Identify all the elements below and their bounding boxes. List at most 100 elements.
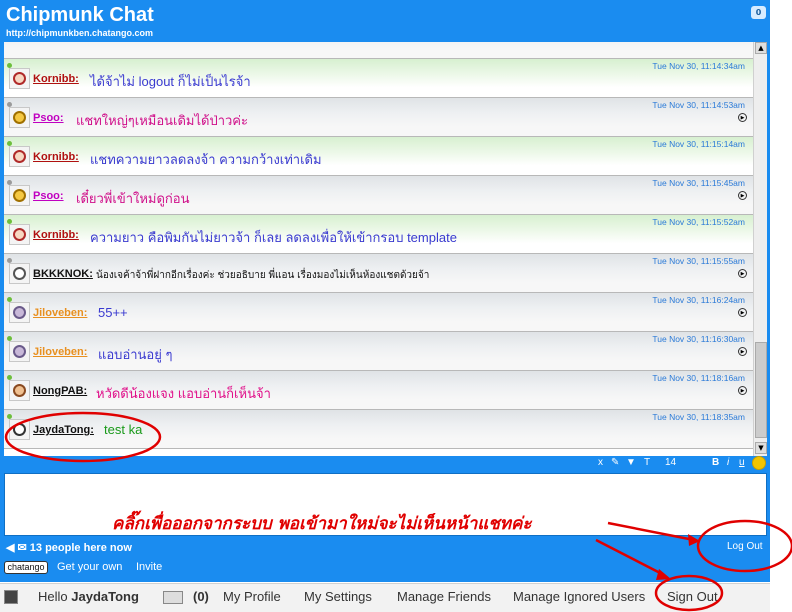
smiley-icon[interactable] [752,456,766,470]
avatar[interactable] [9,302,30,323]
message-text: หวัดดีน้องแจง แอบอ่านก็เห็นจ้า [96,386,271,401]
message-timestamp: Tue Nov 30, 11:14:53am [652,100,745,110]
chat-window: Chipmunk Chat http://chipmunkben.chatang… [0,0,770,582]
message-menu-icon[interactable]: ▶ [738,269,747,278]
message-menu-icon[interactable]: ▶ [738,347,747,356]
message-list: Kornibb: ได้จ้าไม่ logout ก็ไม่เป็นไรจ้า T… [4,42,753,456]
bold-button[interactable]: B [712,457,719,468]
avatar-face-icon [13,267,26,280]
message-username[interactable]: Kornibb: [33,73,79,85]
format-toolbar: x ✎ ▼ T 14 B i u [4,456,767,472]
avatar-face-icon [13,306,26,319]
message-menu-icon[interactable]: ▶ [738,386,747,395]
message-username[interactable]: Jiloveben: [33,346,87,358]
message-timestamp: Tue Nov 30, 11:16:30am [652,334,745,344]
my-profile-link[interactable]: My Profile [223,589,281,604]
message-timestamp: Tue Nov 30, 11:15:55am [652,256,745,266]
avatar-face-icon [13,345,26,358]
app-title: Chipmunk Chat [6,4,154,26]
avatar[interactable] [9,341,30,362]
message-username[interactable]: JaydaTong: [33,424,94,436]
message-username[interactable]: NongPAB: [33,385,87,397]
avatar[interactable] [9,107,30,128]
scrollbar[interactable]: ▲ ▼ [753,42,767,456]
scroll-thumb[interactable] [755,342,767,438]
log-out-link[interactable]: Log Out [727,541,763,552]
account-bar: Hello JaydaTong (0) My Profile My Settin… [0,583,770,612]
message-username[interactable]: Jiloveben: [33,307,87,319]
message-username[interactable]: BKKKNOK: [33,268,93,280]
message-text: test ka [104,422,143,437]
manage-ignored-users-link[interactable]: Manage Ignored Users [513,589,645,604]
message-row: Kornibb: ความยาว คือพิมกันไม่ยาวจ้า ก็เลย… [4,215,753,254]
scroll-up-button[interactable]: ▲ [755,42,767,54]
avatar-face-icon [13,384,26,397]
my-settings-link[interactable]: My Settings [304,589,372,604]
pen-icon[interactable]: ✎ [611,457,619,468]
message-menu-icon[interactable]: ▶ [738,308,747,317]
message-text: ได้จ้าไม่ logout ก็ไม่เป็นไรจ้า [90,74,251,89]
chatango-logo[interactable]: chatango [4,561,48,574]
message-timestamp: Tue Nov 30, 11:14:34am [652,61,745,71]
message-text: แอบอ่านอยู่ ๆ [98,347,173,362]
message-row: Kornibb: ได้จ้าไม่ logout ก็ไม่เป็นไรจ้า T… [4,59,753,98]
app-url[interactable]: http://chipmunkben.chatango.com [6,28,153,38]
message-text: ความยาว คือพิมกันไม่ยาวจ้า ก็เลย ลดลงเพื… [90,230,457,245]
message-timestamp: Tue Nov 30, 11:15:52am [652,217,745,227]
message-text: น้องเจค้าจ้าพี่ฝากอีกเรื่องค่ะ ช่วยอธิบา… [96,270,430,281]
annotation-text: คลิ๊กเพื่อออกจากระบบ พอเข้ามาใหม่จะไม่เห… [112,514,532,534]
avatar[interactable] [9,263,30,284]
scroll-down-button[interactable]: ▼ [755,442,767,454]
avatar[interactable] [9,185,30,206]
avatar[interactable] [9,419,30,440]
message-timestamp: Tue Nov 30, 11:18:35am [652,412,745,422]
people-count[interactable]: ◀ ✉ 13 people here now [6,541,132,554]
greeting-text: Hello [38,589,68,604]
message-row: Jiloveben: 55++ Tue Nov 30, 11:16:24am ▶ [4,293,753,332]
underline-button[interactable]: u [739,457,745,468]
size-button[interactable]: 14 [665,457,676,468]
avatar[interactable] [9,224,30,245]
avatar[interactable] [9,146,30,167]
bucket-icon[interactable]: ▼ [626,457,636,468]
message-row: BKKKNOK: น้องเจค้าจ้าพี่ฝากอีกเรื่องค่ะ ช… [4,254,753,293]
message-row: NongPAB: หวัดดีน้องแจง แอบอ่านก็เห็นจ้า Tu… [4,371,753,410]
user-icon [4,590,18,604]
message-menu-icon[interactable]: ▶ [738,191,747,200]
mail-count[interactable]: (0) [193,589,209,604]
message-timestamp: Tue Nov 30, 11:18:16am [652,373,745,383]
message-timestamp: Tue Nov 30, 11:15:14am [652,139,745,149]
avatar-face-icon [13,111,26,124]
greeting: Hello JaydaTong [38,589,139,604]
clear-button[interactable]: x [598,457,603,468]
people-count-label: 13 people here now [29,542,132,554]
avatar[interactable] [9,380,30,401]
italic-button[interactable]: i [727,457,729,468]
font-button[interactable]: T [644,457,650,468]
mail-icon[interactable] [163,591,183,604]
avatar-face-icon [13,150,26,163]
message-row: Psoo: แชทใหญ่ๆเหมือนเดิมได้ป่าวค่ะ Tue Nov… [4,98,753,137]
message-username[interactable]: Psoo: [33,190,64,202]
message-username[interactable]: Psoo: [33,112,64,124]
manage-friends-link[interactable]: Manage Friends [397,589,491,604]
message-text: แชทใหญ่ๆเหมือนเดิมได้ป่าวค่ะ [76,113,248,128]
message-row: Psoo: เดี๋ยวพี่เข้าใหม่ดูก่อน Tue Nov 30, … [4,176,753,215]
message-row: Kornibb: แชทความยาวลดลงจ้า ความกว้างเท่าเ… [4,137,753,176]
message-row: JaydaTong: test ka Tue Nov 30, 11:18:35am [4,410,753,449]
message-username[interactable]: Kornibb: [33,229,79,241]
get-your-own-link[interactable]: Get your own [57,561,122,573]
avatar-face-icon [13,189,26,202]
username: JaydaTong [71,589,139,604]
invite-link[interactable]: Invite [136,561,162,573]
message-text: เดี๋ยวพี่เข้าใหม่ดูก่อน [76,191,190,206]
message-row: Jiloveben: แอบอ่านอยู่ ๆ Tue Nov 30, 11:16… [4,332,753,371]
message-username[interactable]: Kornibb: [33,151,79,163]
notification-badge[interactable]: 0 [751,6,766,19]
message-menu-icon[interactable]: ▶ [738,113,747,122]
avatar-face-icon [13,423,26,436]
avatar[interactable] [9,68,30,89]
sign-out-link[interactable]: Sign Out [667,589,718,604]
avatar-face-icon [13,228,26,241]
message-row-partial [4,42,753,59]
